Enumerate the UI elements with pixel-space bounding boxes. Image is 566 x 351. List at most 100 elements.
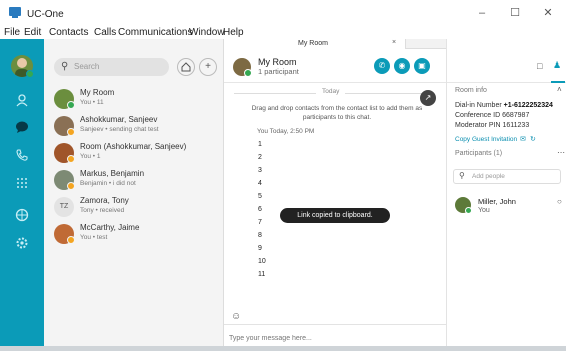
message-line: 9 — [258, 245, 262, 252]
moderator-pin: 1611233 — [502, 122, 530, 129]
room-info-panel: □ ♟ Room info ˄ Dial-in Number +1-612225… — [446, 39, 566, 351]
message-line: 7 — [258, 219, 262, 226]
conversation-name: Markus, Benjamin — [80, 169, 145, 178]
drag-drop-hint: Drag and drop contacts from the contact … — [251, 105, 423, 121]
mail-icon[interactable]: ✉ — [520, 135, 526, 143]
conversation-preview: Tony • received — [80, 207, 125, 214]
conversation-preview: You • 1 — [80, 153, 101, 160]
dialin-number: +1-6122252324 — [503, 102, 553, 109]
conversation-preview: Sanjeev • sending chat test — [80, 126, 159, 133]
participant-action-icon[interactable]: ○ — [557, 197, 562, 206]
add-people-field[interactable]: ⚲ Add people — [453, 169, 561, 184]
nav-rail — [0, 39, 44, 351]
close-window-button[interactable]: ✕ — [533, 5, 563, 21]
conversation-preview: You • 11 — [80, 99, 104, 106]
active-indicator — [551, 81, 565, 83]
calls-icon[interactable] — [12, 145, 32, 165]
settings-icon[interactable] — [12, 233, 32, 253]
participant-name: Miller, John — [478, 197, 516, 206]
add-button[interactable]: + — [199, 58, 217, 76]
moderator-label: Moderator PIN — [455, 122, 501, 129]
message-meta: You Today, 2:50 PM — [257, 128, 315, 135]
chat-icon[interactable] — [12, 117, 32, 137]
avatar-initials: TZ — [54, 197, 74, 217]
directory-button[interactable] — [177, 58, 195, 76]
message-area: Today ↗ Drag and drop contacts from the … — [224, 84, 446, 351]
conference-row: Conference ID 6687987 — [455, 112, 529, 119]
participant-sub: You — [478, 207, 490, 214]
dialin-row: Dial-in Number +1-6122252324 — [455, 102, 553, 109]
dialpad-icon[interactable] — [12, 173, 32, 193]
conversation-preview: You • test — [80, 234, 108, 241]
conversation-name: Zamora, Tony — [80, 196, 129, 205]
chat-pane: My Room × My Room 1 participant ✆ ◉ ▣ To… — [224, 39, 566, 351]
conversation-name: McCarthy, Jaime — [80, 223, 140, 232]
chevron-up-icon[interactable]: ˄ — [557, 85, 562, 94]
conversation-name: My Room — [80, 88, 115, 97]
conversation-item[interactable]: My Room You • 11 — [44, 86, 224, 112]
search-icon: ⚲ — [61, 61, 69, 72]
message-line: 1 — [258, 141, 262, 148]
presence-busy-icon — [67, 155, 75, 163]
meetings-icon[interactable] — [12, 205, 32, 225]
presence-busy-icon — [67, 182, 75, 190]
call-button[interactable]: ✆ — [374, 58, 390, 74]
my-presence-icon — [26, 70, 34, 78]
presence-available-icon — [67, 101, 75, 109]
tab-my-room[interactable]: My Room × — [224, 39, 406, 49]
add-people-placeholder: Add people — [472, 173, 505, 180]
copy-guest-invitation-link[interactable]: Copy Guest Invitation — [455, 136, 517, 143]
message-line: 10 — [258, 258, 266, 265]
menu-edit[interactable]: Edit — [24, 26, 41, 39]
presence-busy-icon — [67, 236, 75, 244]
menu-window[interactable]: Window — [189, 26, 225, 39]
message-line: 6 — [258, 206, 262, 213]
search-placeholder: Search — [74, 62, 100, 71]
video-call-button[interactable]: ◉ — [394, 58, 410, 74]
maximize-button[interactable]: ☐ — [500, 5, 530, 21]
presence-busy-icon — [67, 128, 75, 136]
room-name: My Room — [258, 57, 297, 67]
message-line: 2 — [258, 154, 262, 161]
conversation-item[interactable]: Markus, Benjamin Benjamin • i did not — [44, 167, 224, 193]
tab-close-button[interactable]: × — [392, 39, 396, 46]
minimize-button[interactable]: – — [467, 5, 497, 21]
message-line: 8 — [258, 232, 262, 239]
search-field[interactable]: ⚲ Search — [54, 58, 169, 76]
conversation-name: Ashokkumar, Sanjeev — [80, 115, 158, 124]
taskbar-strip — [0, 346, 566, 351]
app-logo-icon — [9, 7, 21, 18]
conversation-item[interactable]: Room (Ashokkumar, Sanjeev) You • 1 — [44, 140, 224, 166]
day-label: Today — [316, 88, 346, 95]
window-toggle-icon[interactable]: □ — [537, 61, 542, 71]
conversation-item[interactable]: McCarthy, Jaime You • test — [44, 221, 224, 247]
participant-count: 1 participant — [258, 67, 299, 76]
participants-title: Participants (1) — [455, 150, 503, 157]
menu-file[interactable]: File — [4, 26, 20, 39]
dialin-label: Dial-in Number — [455, 102, 502, 109]
conversation-item[interactable]: Ashokkumar, Sanjeev Sanjeev • sending ch… — [44, 113, 224, 139]
conversation-preview: Benjamin • i did not — [80, 180, 136, 187]
info-toolbar: □ ♟ — [447, 49, 566, 83]
app-title: UC-One — [27, 9, 64, 20]
message-line: 5 — [258, 193, 262, 200]
toast-notification: Link copied to clipboard. — [280, 208, 390, 223]
message-line: 4 — [258, 180, 262, 187]
contacts-icon[interactable] — [12, 90, 32, 110]
more-icon[interactable]: ⋯ — [557, 148, 565, 157]
search-icon: ⚲ — [459, 171, 465, 180]
participants-icon[interactable]: ♟ — [553, 60, 561, 71]
emoji-icon[interactable]: ☺ — [231, 311, 241, 322]
menu-calls[interactable]: Calls — [94, 26, 116, 39]
menu-help[interactable]: Help — [223, 26, 244, 39]
moderator-row: Moderator PIN 1611233 — [455, 122, 529, 129]
message-input[interactable] — [229, 330, 439, 346]
conversation-item[interactable]: TZ Zamora, Tony Tony • received — [44, 194, 224, 220]
conference-id: 6687987 — [502, 112, 530, 119]
title-bar: UC-One – ☐ ✕ — [0, 0, 566, 26]
presence-available-icon — [465, 207, 472, 214]
menu-contacts[interactable]: Contacts — [49, 26, 88, 39]
menu-communications[interactable]: Communications — [118, 26, 192, 39]
refresh-icon[interactable]: ↻ — [530, 135, 536, 143]
share-screen-button[interactable]: ▣ — [414, 58, 430, 74]
